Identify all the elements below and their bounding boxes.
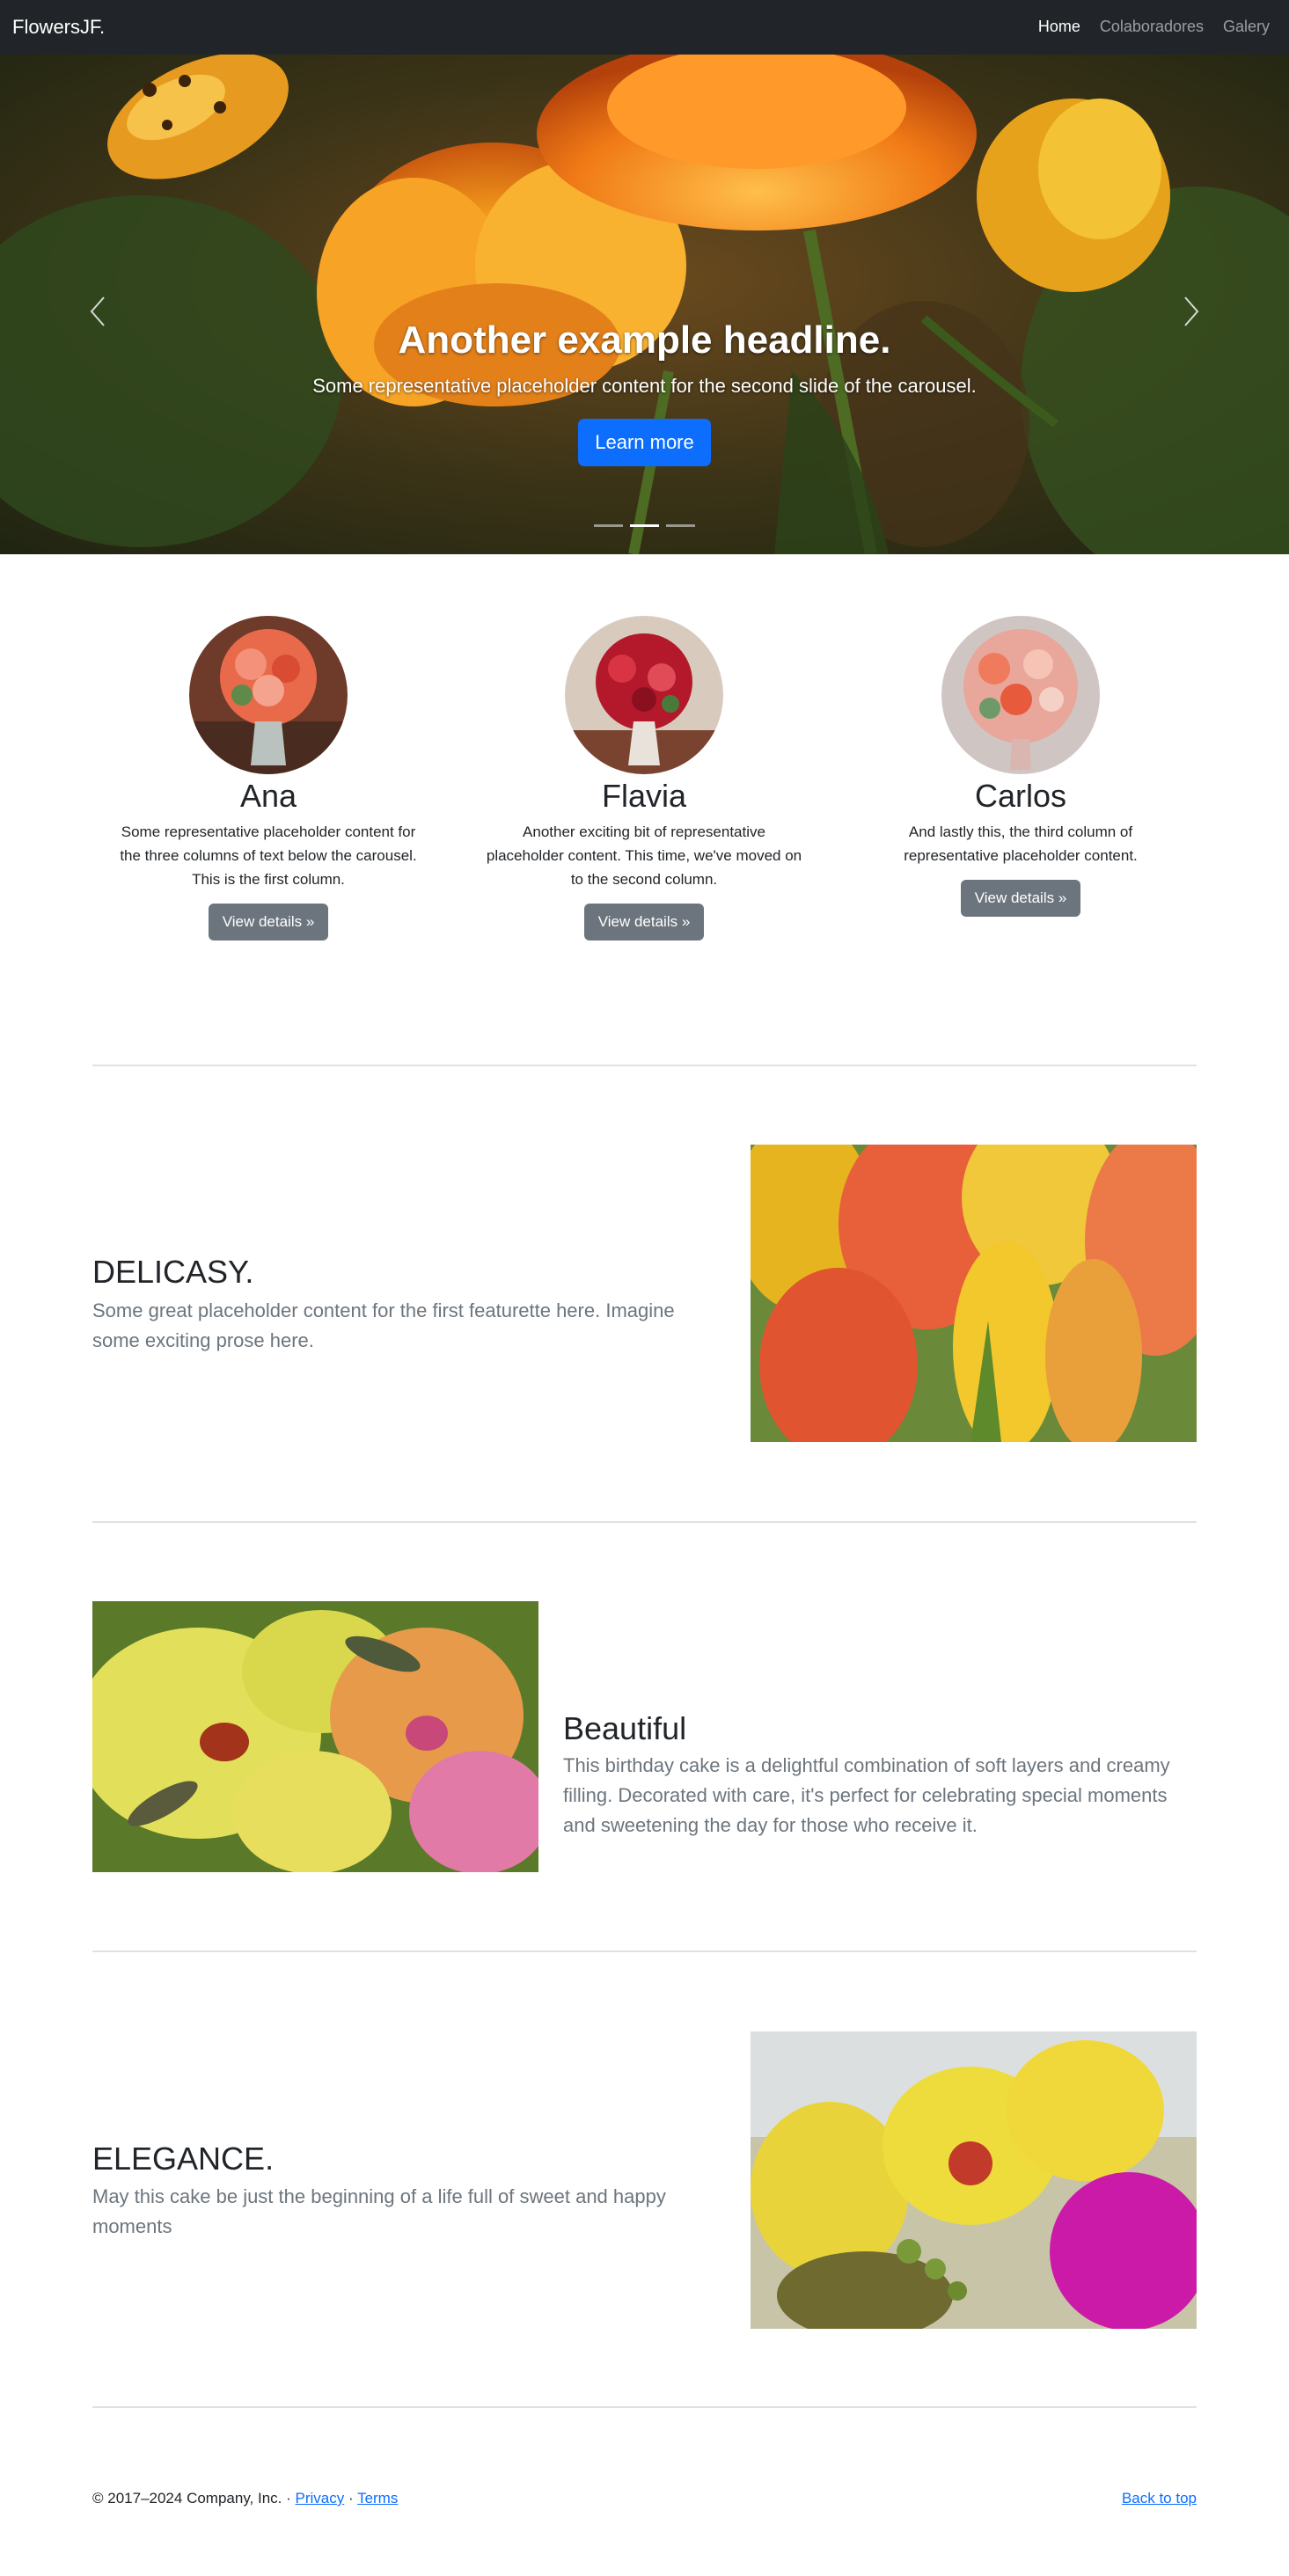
footer-back-to-top: Back to top [1122,2490,1197,2507]
footer-separator: · [344,2490,358,2506]
avatar [189,616,348,774]
navbar: FlowersJF. Home Colaboradores Galery [0,0,1289,55]
featurette-divider [92,1950,1197,1952]
yellow-orchids-image [751,2031,1197,2329]
featurette-text: This birthday cake is a delightful combi… [563,1754,1170,1836]
carousel-indicator-1[interactable] [594,524,623,527]
avatar [941,616,1100,774]
featurette-divider [92,1065,1197,1066]
nav-link-home[interactable]: Home [1038,18,1080,36]
nav-link-colaboradores[interactable]: Colaboradores [1100,18,1204,36]
view-details-button[interactable]: View details » [583,904,705,940]
orchids-hummingbirds-image [92,1601,538,1872]
carousel-headline: Another example headline. [398,318,891,362]
featurette-image-yellow-orchids [751,2031,1197,2329]
view-details-button[interactable]: View details » [208,904,329,940]
featurette-text: Some great placeholder content for the f… [92,1299,675,1351]
nav-links: Home Colaboradores Galery [1038,18,1270,36]
column-heading: Carlos [974,778,1067,814]
marketing-column-flavia: Flavia Another exciting bit of represent… [486,616,802,940]
carousel-indicator-2[interactable] [630,524,659,527]
back-to-top-link[interactable]: Back to top [1122,2490,1197,2506]
brand-logo[interactable]: FlowersJF. [12,16,105,39]
avatar [565,616,723,774]
featurette-divider [92,2406,1197,2408]
column-text: Another exciting bit of representative p… [486,823,802,888]
terms-link[interactable]: Terms [357,2490,398,2506]
column-text: And lastly this, the third column of rep… [904,823,1138,864]
view-details-button[interactable]: View details » [960,880,1081,917]
marketing-column-carlos: Carlos And lastly this, the third column… [862,616,1179,917]
column-heading: Flavia [601,778,687,814]
copyright-text: © 2017–2024 Company, Inc. · [92,2490,296,2506]
carousel-indicators [594,524,695,527]
column-text: Some representative placeholder content … [120,823,417,888]
featurette-divider [92,1521,1197,1523]
featurette-heading: DELICASY. [92,1254,254,1290]
learn-more-button[interactable]: Learn more [578,419,711,466]
featurette-image-tulips [751,1145,1197,1442]
footer-copyright: © 2017–2024 Company, Inc. · Privacy · Te… [92,2490,398,2507]
hero-carousel: Another example headline. Some represent… [0,55,1289,554]
featurette-heading: ELEGANCE. [92,2141,275,2177]
featurette-image-orchids [92,1601,538,1872]
column-heading: Ana [239,778,297,814]
carousel-flower-image [0,55,1289,554]
nav-link-galery[interactable]: Galery [1223,18,1270,36]
featurette-text: May this cake be just the beginning of a… [92,2185,666,2237]
carousel-text: Some representative placeholder content … [312,375,977,397]
privacy-link[interactable]: Privacy [296,2490,345,2506]
tulips-image [751,1145,1197,1442]
marketing-column-ana: Ana Some representative placeholder cont… [110,616,427,940]
carousel-indicator-3[interactable] [666,524,695,527]
featurette-heading: Beautiful [563,1710,687,1746]
